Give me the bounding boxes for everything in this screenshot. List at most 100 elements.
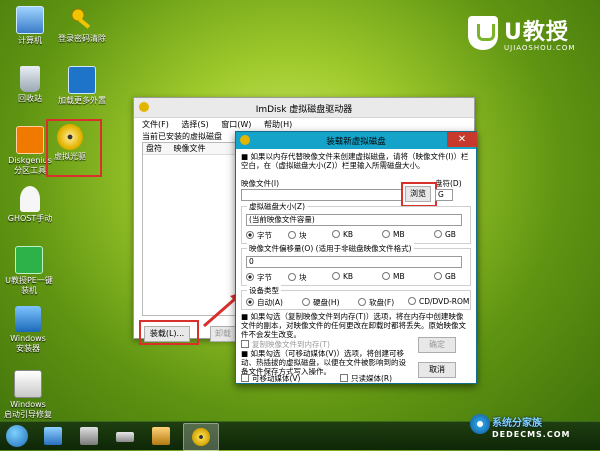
menu-bar: 文件(F) 选择(S) 窗口(W) 帮助(H)	[134, 118, 474, 131]
device-option-label: 自动(A)	[257, 298, 283, 307]
device-cdrom[interactable]: CD/DVD-ROM	[408, 297, 469, 306]
removable-media-label: 可移动媒体(V)	[252, 374, 301, 383]
desktop-icon-label: 回收站	[18, 94, 42, 103]
image-file-label: 映像文件(I)	[241, 179, 280, 188]
desktop-icon-label: U教授PE一键 装机	[5, 276, 53, 295]
offset-unit-gb[interactable]: GB	[434, 272, 456, 281]
device-option-label: CD/DVD-ROM	[419, 297, 470, 306]
computer-icon	[16, 6, 44, 34]
desktop-icon[interactable]	[44, 427, 62, 445]
desktop-icon-label: 登录密码清除	[58, 34, 106, 43]
offset-unit-label: GB	[445, 272, 456, 281]
menu-select[interactable]: 选择(S)	[181, 120, 208, 129]
size-unit-kb[interactable]: KB	[332, 230, 353, 239]
readonly-media-checkbox[interactable]: 只读媒体(R)	[340, 373, 392, 384]
readonly-media-label: 只读媒体(R)	[351, 374, 393, 383]
size-unit-label: 字节	[257, 231, 272, 240]
size-group-title: 虚拟磁盘大小(Z)	[247, 201, 307, 212]
menu-window[interactable]: 窗口(W)	[221, 120, 251, 129]
tool-icon[interactable]	[152, 427, 170, 445]
device-option-label: 软盘(F)	[369, 298, 395, 307]
ghost-icon	[20, 186, 40, 212]
load-button-highlight	[139, 320, 199, 345]
note-bottom: ■ 如果勾选（可移动媒体(V)）选项，将创建可移动、热插拔的虚拟磁盘，以便在文件…	[241, 349, 406, 376]
watermark-line2: DEDECMS.COM	[492, 430, 571, 439]
desktop-icon-load-more[interactable]: 加载更多外置	[56, 66, 108, 106]
desktop-icon-ghost[interactable]: GHOST手动	[4, 186, 56, 224]
offset-unit-mb[interactable]: MB	[382, 272, 405, 281]
disk-list-header: 盘符 映像文件	[143, 143, 237, 155]
desktop-icon-recycle-bin[interactable]: 回收站	[4, 66, 56, 104]
imdisk-taskbar-button[interactable]	[183, 423, 219, 451]
shield-logo-icon	[468, 16, 498, 50]
logo-brand: U教授	[504, 20, 569, 45]
drive-letter-select[interactable]: G	[435, 189, 453, 201]
watermark-logo-icon	[470, 414, 490, 434]
size-unit-mb[interactable]: MB	[382, 230, 405, 239]
note-bottom-text: 如果勾选（可移动媒体(V)）选项，将创建可移动、热插拔的虚拟磁盘，以便在文件被影…	[241, 349, 406, 376]
offset-unit-label: KB	[343, 272, 354, 281]
size-unit-label: 块	[299, 231, 307, 240]
menu-help[interactable]: 帮助(H)	[264, 120, 292, 129]
device-floppy[interactable]: 软盘(F)	[358, 297, 394, 308]
column-drive[interactable]: 盘符	[143, 143, 162, 154]
diskgenius-icon	[16, 126, 44, 154]
cancel-button[interactable]: 取消	[418, 362, 456, 378]
size-unit-gb[interactable]: GB	[434, 230, 456, 239]
installer-icon	[15, 246, 43, 274]
watermark-line1: 系统分家族	[492, 418, 542, 429]
menu-file[interactable]: 文件(F)	[142, 120, 169, 129]
imdisk-icon	[192, 428, 210, 446]
printer-icon[interactable]	[80, 427, 98, 445]
offset-unit-bytes[interactable]: 字节	[246, 272, 272, 283]
desktop-icon-password-clear[interactable]: 登录密码清除	[56, 6, 108, 44]
boot-repair-icon	[14, 370, 42, 398]
offset-input[interactable]: 0	[246, 256, 462, 268]
note-top-text: 如果以内存代替映像文件来创建虚拟磁盘，请将（映像文件(I)）栏空白，在（虚拟磁盘…	[241, 152, 469, 170]
offset-unit-label: 块	[299, 273, 307, 282]
offset-unit-blocks[interactable]: 块	[288, 272, 307, 283]
windows-installer-icon	[15, 306, 41, 332]
size-unit-label: GB	[445, 230, 456, 239]
offset-unit-label: MB	[393, 272, 405, 281]
virtual-cd-highlight	[46, 119, 102, 177]
desktop-icon-label: Windows 启动引导修复	[4, 400, 52, 419]
desktop-icon-label: GHOST手动	[7, 214, 53, 223]
desktop-icon-windows-installer[interactable]: Windows 安装器	[0, 306, 58, 354]
device-auto[interactable]: 自动(A)	[246, 297, 283, 308]
desktop-icon-label: 计算机	[18, 36, 42, 45]
dialog-titlebar[interactable]: 装载新虚拟磁盘 ✕	[236, 132, 477, 149]
offset-unit-kb[interactable]: KB	[332, 272, 353, 281]
main-window-title: ImDisk 虚拟磁盘驱动器	[255, 105, 353, 115]
desktop-icon-boot-repair[interactable]: Windows 启动引导修复	[0, 370, 58, 420]
drive-icon[interactable]	[116, 432, 134, 442]
device-type-title: 设备类型	[247, 285, 281, 296]
copy-to-memory-label: 复制映像文件到内存(T)	[252, 340, 330, 349]
column-image-file[interactable]: 映像文件	[171, 143, 206, 154]
size-unit-label: KB	[343, 230, 354, 239]
desktop-icon-installer[interactable]: U教授PE一键 装机	[0, 246, 60, 296]
size-unit-blocks[interactable]: 块	[288, 230, 307, 241]
note-top: ■ 如果以内存代替映像文件来创建虚拟磁盘，请将（映像文件(I)）栏空白，在（虚拟…	[241, 152, 469, 170]
offset-group-title: 映像文件偏移量(O) (适用于非磁盘映像文件格式)	[247, 243, 414, 254]
start-icon[interactable]	[6, 425, 28, 447]
desktop-icon-computer[interactable]: 计算机	[4, 6, 56, 46]
load-more-icon	[68, 66, 96, 94]
removable-media-checkbox[interactable]: 可移动媒体(V)	[241, 373, 300, 384]
size-input[interactable]: (当前映像文件容量)	[246, 214, 462, 226]
note-mid: ■ 如果勾选（复制映像文件到内存(T)）选项，将在内存中创建映像文件的副本，对映…	[241, 312, 466, 339]
image-file-input[interactable]	[241, 189, 402, 201]
main-titlebar[interactable]: ImDisk 虚拟磁盘驱动器	[134, 98, 474, 118]
close-button[interactable]: ✕	[447, 132, 477, 147]
device-hard-disk[interactable]: 硬盘(H)	[302, 297, 340, 308]
key-icon	[69, 6, 95, 32]
site-watermark: 系统分家族 DEDECMS.COM	[470, 406, 598, 446]
mount-disk-dialog: 装载新虚拟磁盘 ✕ ■ 如果以内存代替映像文件来创建虚拟磁盘，请将（映像文件(I…	[235, 131, 477, 384]
offset-group: 映像文件偏移量(O) (适用于非磁盘映像文件格式) 0 字节 块 KB MB G…	[241, 243, 471, 286]
size-unit-bytes[interactable]: 字节	[246, 230, 272, 241]
desktop-icon-label: Windows 安装器	[10, 334, 46, 353]
logo-url: UJIAOSHOU.COM	[504, 44, 576, 52]
dialog-title: 装载新虚拟磁盘	[326, 137, 386, 147]
offset-unit-label: 字节	[257, 273, 272, 282]
ok-button[interactable]: 确定	[418, 337, 456, 353]
